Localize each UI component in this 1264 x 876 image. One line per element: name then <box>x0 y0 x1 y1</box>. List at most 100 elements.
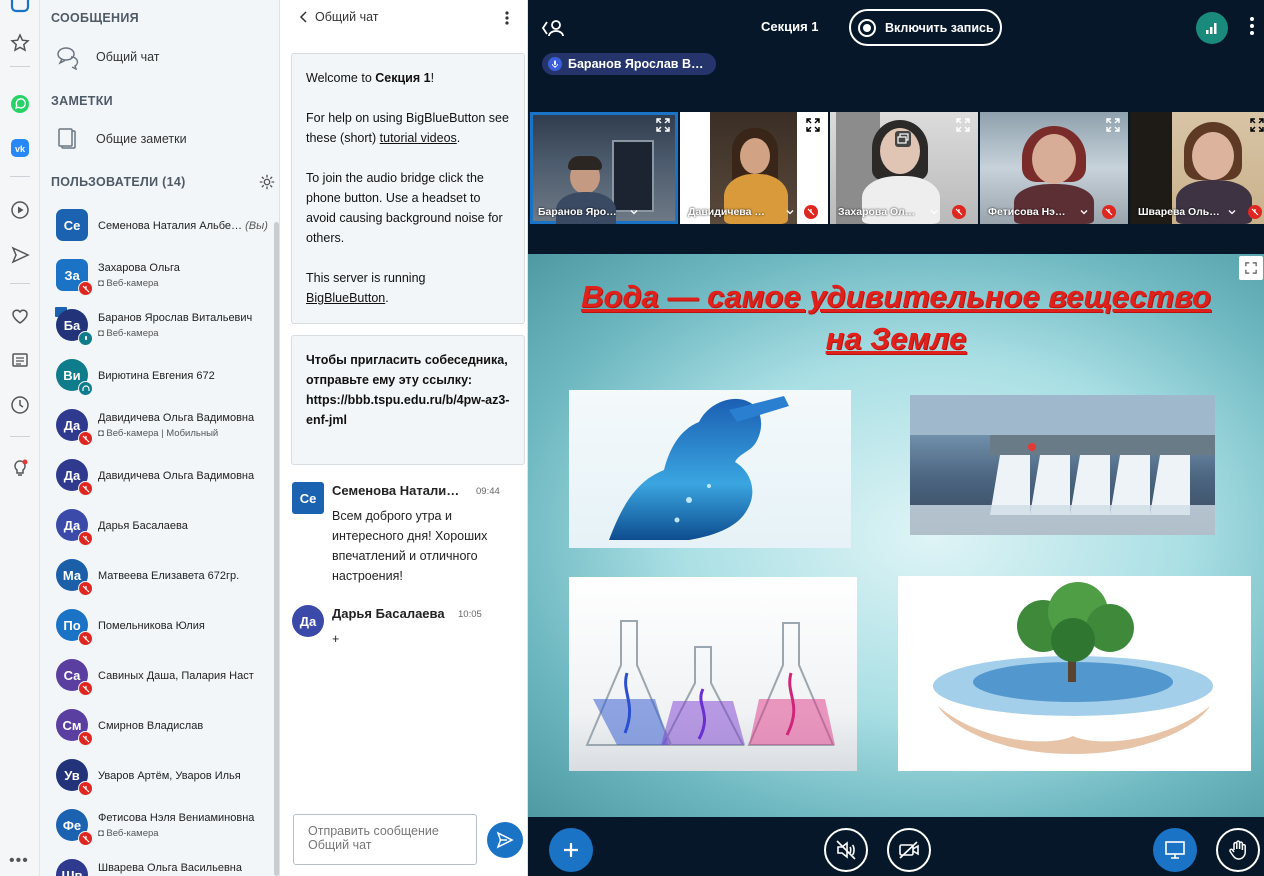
invite-message: Чтобы пригласить собеседника, отправьте … <box>291 335 525 465</box>
user-row[interactable]: Се Семенова Наталия Альбе… (Вы) <box>40 200 276 250</box>
send-arrow-icon[interactable] <box>9 244 31 266</box>
bigbluebutton-link[interactable]: BigBlueButton <box>306 291 385 305</box>
avatar: Се <box>292 482 324 514</box>
user-row[interactable]: Да Давидичева Ольга Вадимовна ◘ Веб-каме… <box>40 400 276 450</box>
user-row[interactable]: За Захарова Ольга ◘ Веб-камера <box>40 250 276 300</box>
public-chat-nav[interactable]: Общий чат <box>40 37 279 77</box>
chevron-down-icon[interactable] <box>630 208 638 216</box>
gear-icon[interactable] <box>258 173 276 191</box>
flasks-image <box>569 577 857 771</box>
expand-icon[interactable] <box>956 118 970 132</box>
presentation-icon <box>1165 841 1185 859</box>
chat-panel: Общий чат Welcome to Секция 1! For help … <box>280 0 528 876</box>
heart-icon[interactable] <box>9 305 31 327</box>
muted-mic-badge-icon <box>78 631 93 646</box>
app-logo-icon[interactable] <box>9 0 31 14</box>
connection-status-button[interactable] <box>1196 12 1228 44</box>
presentation-button[interactable] <box>1153 828 1197 872</box>
lightbulb-icon[interactable] <box>9 457 31 479</box>
more-dots-icon[interactable]: ••• <box>9 852 29 870</box>
user-name: Давидичева Ольга Вадимовна <box>98 412 255 424</box>
options-kebab-icon[interactable] <box>1248 16 1256 36</box>
raise-hand-button[interactable] <box>1216 828 1260 872</box>
webcam-tile[interactable]: Захарова Ол… <box>830 112 978 224</box>
toggle-userlist-icon[interactable] <box>541 18 565 38</box>
expand-icon[interactable] <box>656 118 670 132</box>
actions-plus-button[interactable] <box>549 828 593 872</box>
webcam-tile[interactable]: Баранов Яро… <box>530 112 678 224</box>
news-icon[interactable] <box>9 349 31 371</box>
message-time: 10:05 <box>458 609 482 620</box>
dam-image <box>910 395 1215 535</box>
user-row[interactable]: Да Давидичева Ольга Вадимовна <box>40 450 276 500</box>
user-status: ◘ Веб-камера <box>98 828 159 839</box>
chat-options-kebab-icon[interactable] <box>502 10 512 26</box>
webcam-name: Давидичева … <box>688 206 765 218</box>
chevron-down-icon[interactable] <box>1228 208 1236 216</box>
muted-mic-badge-icon <box>78 781 93 796</box>
talking-indicator[interactable]: Баранов Ярослав В… <box>542 53 716 75</box>
chat-message: Да Дарья Басалаева 10:05 + <box>292 605 524 655</box>
chevron-down-icon[interactable] <box>786 208 794 216</box>
presentation-slide[interactable]: Вода — самое удивительное вещество на Зе… <box>528 254 1264 817</box>
share-webcam-button[interactable] <box>887 828 931 872</box>
vk-icon[interactable]: vk <box>9 137 31 159</box>
user-row[interactable]: См Смирнов Владислав <box>40 700 276 750</box>
user-row[interactable]: Ви Вирютина Евгения 672 <box>40 350 276 400</box>
user-name: Помельникова Юлия <box>98 620 205 632</box>
muted-mic-badge-icon <box>78 281 93 296</box>
user-row[interactable]: Ма Матвеева Елизавета 672гр. <box>40 550 276 600</box>
user-name: Баранов Ярослав Витальевич <box>98 312 253 324</box>
clock-icon[interactable] <box>9 394 31 416</box>
shared-notes-nav[interactable]: Общие заметки <box>40 119 279 159</box>
webcam-tile[interactable]: Шварева Оль… <box>1130 112 1264 224</box>
muted-mic-badge-icon <box>78 831 93 846</box>
public-chat-label: Общий чат <box>96 50 160 64</box>
chat-title[interactable]: Общий чат <box>315 10 379 24</box>
user-row[interactable]: Да Дарья Басалаева <box>40 500 276 550</box>
star-icon[interactable] <box>9 32 31 54</box>
muted-mic-badge-icon <box>78 581 93 596</box>
user-name: Давидичева Ольга Вадимовна <box>98 470 255 482</box>
whatsapp-icon[interactable] <box>9 93 31 115</box>
webcam-tile[interactable]: Давидичева … <box>680 112 828 224</box>
muted-mic-icon <box>1102 205 1116 219</box>
expand-icon[interactable] <box>806 118 820 132</box>
user-row[interactable]: Ба Баранов Ярослав Витальевич ◘ Веб-каме… <box>40 300 276 350</box>
user-name: Савиных Даша, Палария Наст <box>98 670 254 682</box>
muted-mic-icon <box>804 205 818 219</box>
mute-audio-button[interactable] <box>824 828 868 872</box>
webcam-name: Шварева Оль… <box>1138 206 1220 218</box>
user-name: Матвеева Елизавета 672гр. <box>98 570 240 582</box>
chevron-down-icon[interactable] <box>1080 208 1088 216</box>
user-row[interactable]: Са Савиных Даша, Палария Наст <box>40 650 276 700</box>
messages-section-title: СООБЩЕНИЯ <box>51 11 139 25</box>
webcam-tile[interactable]: Фетисова Нэ… <box>980 112 1128 224</box>
screenshare-overlay-icon <box>895 131 911 147</box>
user-list-scrollbar[interactable] <box>274 222 279 876</box>
chevron-down-icon[interactable] <box>930 208 938 216</box>
signal-bars-icon <box>1206 23 1217 34</box>
play-circle-icon[interactable] <box>9 199 31 221</box>
user-row[interactable]: Ув Уваров Артём, Уваров Илья <box>40 750 276 800</box>
user-row[interactable]: По Помельникова Юлия <box>40 600 276 650</box>
muted-mic-icon <box>952 205 966 219</box>
tutorial-videos-link[interactable]: tutorial videos <box>380 131 457 145</box>
record-button[interactable]: Включить запись <box>849 9 1002 46</box>
water-silhouette-image <box>569 390 851 548</box>
webcam-name: Баранов Яро… <box>538 206 617 218</box>
muted-mic-badge-icon <box>78 431 93 446</box>
users-section-title: ПОЛЬЗОВАТЕЛИ (14) <box>51 175 186 189</box>
user-name: Дарья Басалаева <box>98 520 188 532</box>
chat-message-input[interactable]: Отправить сообщение Общий чат <box>293 814 477 865</box>
user-name: Фетисова Нэля Вениаминовна <box>98 812 255 824</box>
mic-badge-icon <box>78 331 93 346</box>
fullscreen-button[interactable] <box>1239 256 1263 280</box>
expand-icon[interactable] <box>1106 118 1120 132</box>
user-row[interactable]: Фе Фетисова Нэля Вениаминовна ◘ Веб-каме… <box>40 800 276 850</box>
expand-icon[interactable] <box>1250 118 1264 132</box>
send-message-button[interactable] <box>487 822 523 858</box>
chevron-left-icon[interactable] <box>299 11 309 23</box>
user-row[interactable]: Шв Шварева Ольга Васильевна <box>40 850 276 876</box>
message-text: Всем доброго утра и интересного дня! Хор… <box>332 509 488 583</box>
